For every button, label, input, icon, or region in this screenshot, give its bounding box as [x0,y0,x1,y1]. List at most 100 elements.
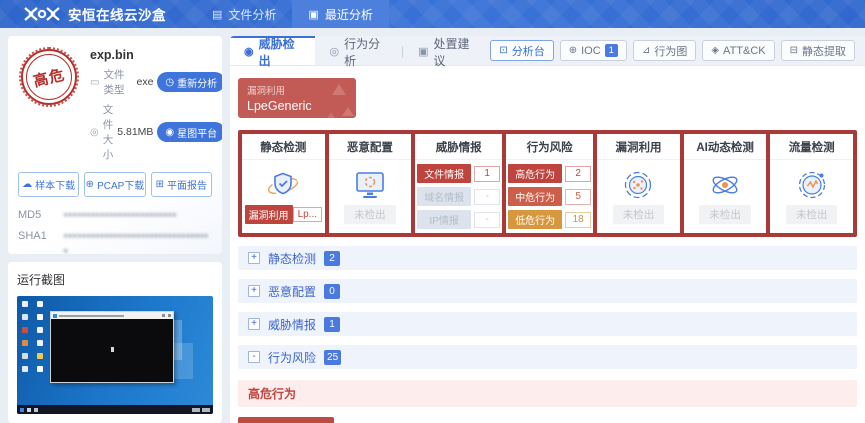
summary-col-title: 漏洞利用 [597,134,680,160]
warning-triangle-icon [342,107,354,116]
brand: 安恒在线云沙盒 [24,4,166,24]
vm-screenshot[interactable] [17,296,213,414]
toolbar-label: IOC [581,45,601,57]
file-name: exp.bin [90,48,222,62]
static-result-value: Lp... [293,207,322,222]
expand-icon[interactable]: + [248,285,260,297]
high-risk-row[interactable]: 高危行为 2 [508,164,591,183]
risk-stamp-label: 高危 [31,63,67,91]
console-title-text [59,315,124,317]
starmap-button[interactable]: ◉ 星图平台 [157,122,222,142]
summary-col-title: 流量检测 [770,134,853,160]
ip-intel-label: IP情报 [417,210,471,229]
top-tab-label: 文件分析 [228,6,276,23]
md5-label: MD5 [18,209,64,223]
file-size-label: 文件大小 [103,102,114,162]
file-intel-label: 文件情报 [417,164,471,183]
hash-list: MD5 ••••••••••••••••••••••••• SHA1 •••••… [18,209,212,254]
file-intel-row[interactable]: 文件情报 1 [417,164,500,183]
summary-col-static: 静态检测 漏洞利用 Lp... [242,134,325,233]
expand-icon[interactable]: + [248,318,260,330]
ioc-button[interactable]: ⊕ IOC 1 [560,40,627,61]
summary-col-title: AI动态检测 [684,134,767,160]
tab-label: 威胁检出 [259,36,302,69]
sample-download-button[interactable]: ☁ 样本下载 [18,172,79,197]
file-info-card: 高危 exp.bin ▭ 文件类型 exe ◷ 重新分析 [8,36,222,254]
brand-title: 安恒在线云沙盒 [68,4,166,24]
virus-dish-icon [623,170,653,200]
clock-icon: ◷ [165,77,174,88]
section-static-detection[interactable]: + 静态检测 2 [238,246,857,270]
atom-icon [709,170,741,200]
pcap-download-icon: ⊕ [86,179,94,190]
summary-col-malicious-config: 恶意配置 未检出 [329,134,412,233]
sidebar: 高危 exp.bin ▭ 文件类型 exe ◷ 重新分析 [8,36,222,423]
summary-col-traffic: 流量检测 未检出 [770,134,853,233]
high-risk-count: 2 [565,166,591,182]
report-body: 漏洞利用 LpeGeneric 静态检测 [230,66,865,423]
tab-behavior-analysis[interactable]: ◎ 行为分析 [315,36,400,65]
threat-family-tag[interactable]: 漏洞利用 LpeGeneric [238,78,356,118]
section-label: 行为风险 [268,349,316,366]
collapse-icon[interactable]: - [248,351,260,363]
behavior-graph-button[interactable]: ⊿ 行为图 [633,40,696,61]
top-tab-label: 最近分析 [325,6,373,23]
static-extract-icon: ⊟ [790,45,798,56]
flat-report-button[interactable]: ⊞ 平面报告 [151,172,212,197]
console-window [50,311,173,383]
md5-value: ••••••••••••••••••••••••• [64,209,177,223]
ioc-count-badge: 1 [605,44,618,57]
high-risk-label: 高危行为 [508,164,562,183]
not-detected-badge: 未检出 [613,205,665,224]
screenshot-title: 运行截图 [17,271,213,288]
medium-risk-count: 5 [565,189,591,205]
reanalyze-button[interactable]: ◷ 重新分析 [157,72,222,92]
tab-disposal-advice[interactable]: ▣ 处置建议 [404,36,490,65]
console-cursor [111,347,114,352]
sandbox-app: 安恒在线云沙盒 ▤ 文件分析 ▣ 最近分析 高危 exp.bin [0,0,865,423]
tab-threat-detection[interactable]: ◉ 威胁检出 [230,36,315,65]
behavior-analysis-icon: ◎ [329,45,339,58]
file-intel-value: 1 [474,166,500,182]
section-behavior-risk[interactable]: - 行为风险 25 [238,345,857,369]
section-threat-intel[interactable]: + 威胁情报 1 [238,312,857,336]
file-type-value: exe [136,76,153,88]
summary-col-behavior-risk: 行为风险 高危行为 2 中危行为 5 [506,134,593,233]
high-risk-group-header: 高危行为 [238,380,857,407]
analysis-desk-button[interactable]: ⊡ 分析台 [490,40,553,61]
detection-summary-grid: 静态检测 漏洞利用 Lp... [238,130,857,237]
warning-triangle-icon [332,84,346,95]
file-meta: exp.bin ▭ 文件类型 exe ◷ 重新分析 ◎ 文 [90,46,222,162]
toolbar-label: 行为图 [654,43,687,59]
monitor-gear-icon [354,170,386,200]
static-extract-button[interactable]: ⊟ 静态提取 [781,40,855,61]
top-tab-file-analysis[interactable]: ▤ 文件分析 [196,0,292,28]
medium-risk-row[interactable]: 中危行为 5 [508,187,591,206]
console-titlebar [51,312,172,319]
window-controls [162,314,171,317]
pcap-download-button[interactable]: ⊕ PCAP下载 [84,172,145,197]
section-count-badge: 1 [324,317,340,332]
flat-report-label: 平面报告 [167,177,207,192]
kernel-privilege-tag[interactable]: 内核提权 [238,417,334,423]
domain-intel-row: 域名情报 - [417,187,500,206]
disposal-advice-icon: ▣ [418,45,428,58]
static-result[interactable]: 漏洞利用 Lp... [245,205,322,224]
domain-intel-value: - [474,189,500,205]
report-tabbar: ◉ 威胁检出 ◎ 行为分析 | ▣ 处置建议 ⊡ 分析台 [230,36,865,66]
starmap-label: 星图平台 [177,125,217,140]
risk-stamp: 高危 [21,49,77,105]
section-malicious-config[interactable]: + 恶意配置 0 [238,279,857,303]
top-tab-recent-analysis[interactable]: ▣ 最近分析 [292,0,388,28]
file-size-icon: ◎ [90,127,99,138]
behavior-graph-icon: ⊿ [642,45,650,56]
behavior-item: 内核提权 检测到内核权限提升（从medium提升至system） [238,417,857,423]
low-risk-row[interactable]: 低危行为 18 [508,210,591,229]
expand-icon[interactable]: + [248,252,260,264]
download-button-row: ☁ 样本下载 ⊕ PCAP下载 ⊞ 平面报告 [18,172,212,197]
report-content: ◉ 威胁检出 ◎ 行为分析 | ▣ 处置建议 ⊡ 分析台 [230,36,865,423]
attack-matrix-button[interactable]: ◈ ATT&CK [702,40,774,61]
ip-intel-value: - [474,212,500,228]
md5-row: MD5 ••••••••••••••••••••••••• [18,209,212,223]
threat-family-name: LpeGeneric [247,99,347,113]
